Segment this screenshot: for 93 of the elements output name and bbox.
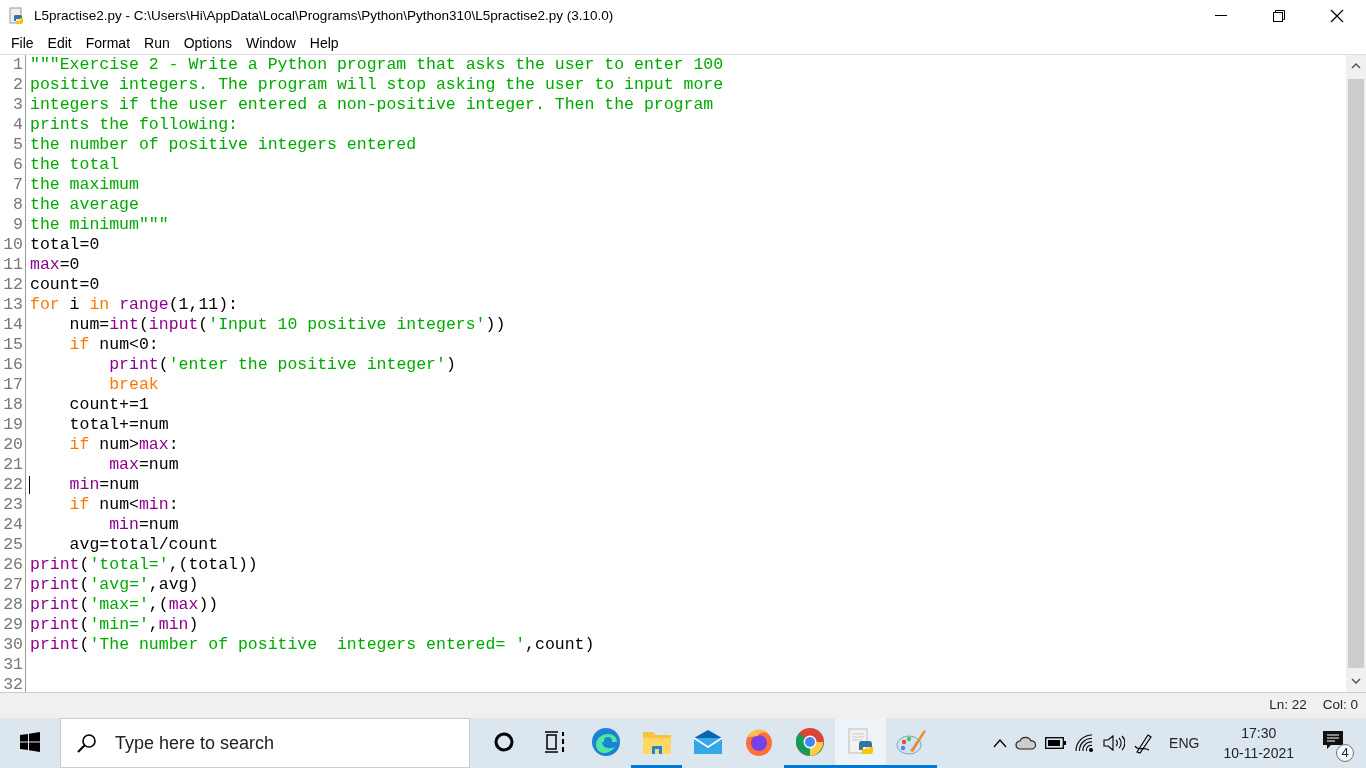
python-editor-icon[interactable]	[835, 718, 886, 768]
code-line: """Exercise 2 - Write a Python program that asks the user to enter 100	[30, 55, 725, 75]
line-number: 9	[12, 215, 24, 235]
code-line: if num<min:	[68, 495, 180, 515]
line-number: 3	[12, 95, 24, 115]
code-line: integers if the user entered a non-positive integer. Then the program	[30, 95, 715, 115]
code-line: num=int(input('Input 10 positive integers'))	[68, 315, 507, 335]
code-line: print('avg=',avg)	[30, 575, 200, 595]
code-line: the average	[30, 195, 140, 215]
wifi-icon[interactable]	[1075, 734, 1096, 752]
code-line: max=num	[108, 455, 180, 475]
code-line: the number of positive integers entered	[30, 135, 418, 155]
menu-item[interactable]: File	[4, 32, 41, 54]
line-number: 13	[2, 295, 24, 315]
battery-icon[interactable]	[1045, 737, 1068, 749]
line-number: 7	[12, 175, 24, 195]
code-line: print('The number of positive integers entered= ',count)	[30, 635, 596, 655]
line-number: 5	[12, 135, 24, 155]
line-number: 10	[2, 235, 24, 255]
code-line: avg=total/count	[68, 535, 220, 555]
code-line: max=0	[30, 255, 81, 275]
windows-logo-icon	[20, 731, 40, 752]
line-number: 11	[2, 255, 24, 275]
line-number: 26	[2, 555, 24, 575]
python-file-icon	[8, 7, 26, 25]
line-number: 14	[2, 315, 24, 335]
line-number: 27	[2, 575, 24, 595]
search-field[interactable]: Type here to search	[113, 728, 453, 758]
line-number: 23	[2, 495, 24, 515]
line-number: 25	[2, 535, 24, 555]
taskbar-search-box[interactable]: Type here to search	[60, 718, 470, 768]
code-line: if num>max:	[68, 435, 180, 455]
menu-item[interactable]: Options	[176, 32, 239, 54]
cloud-icon[interactable]	[1015, 736, 1038, 750]
code-line: print('min=',min)	[30, 615, 200, 635]
line-number: 1	[12, 55, 24, 75]
code-line: total=0	[30, 235, 101, 255]
line-number: 29	[2, 615, 24, 635]
line-number: 30	[2, 635, 24, 655]
language-indicator[interactable]: ENG	[1169, 732, 1200, 754]
code-line: count+=1	[68, 395, 150, 415]
code-line: min=num	[30, 475, 1346, 495]
line-number: 21	[2, 455, 24, 475]
line-number: 16	[2, 355, 24, 375]
clock-date[interactable]: 10-11-2021	[1223, 743, 1294, 763]
line-number: 15	[2, 335, 24, 355]
line-number: 2	[12, 75, 24, 95]
line-number: 18	[2, 395, 24, 415]
line-number: 28	[2, 595, 24, 615]
code-line: total+=num	[68, 415, 170, 435]
cursor-column-indicator: Col: 0	[1322, 696, 1358, 715]
code-line: positive integers. The program will stop asking the user to input more	[30, 75, 725, 95]
code-line: min=num	[108, 515, 180, 535]
speaker-icon[interactable]	[1103, 734, 1126, 752]
line-number: 12	[2, 275, 24, 295]
menu-item[interactable]: Edit	[40, 32, 79, 54]
minimize-icon	[1215, 15, 1227, 17]
code-line: the total	[30, 155, 121, 175]
menu-item[interactable]: Help	[302, 32, 346, 54]
window-title: L5practise2.py - C:\Users\Hi\AppData\Local\Programs\Python\Python310\L5practise2.py (3.10.0)	[34, 6, 614, 25]
code-line: print('total=',(total))	[30, 555, 259, 575]
clock-time[interactable]: 17:30	[1223, 723, 1294, 743]
code-line: print('enter the positive integer')	[108, 355, 457, 375]
pen-icon[interactable]	[1133, 732, 1154, 754]
close-icon	[1330, 9, 1344, 23]
code-line: prints the following:	[30, 115, 239, 135]
code-line: break	[108, 375, 160, 395]
line-number: 31	[2, 655, 24, 675]
menu-item[interactable]: Format	[78, 32, 138, 54]
line-number: 17	[2, 375, 24, 395]
vertical-scrollbar[interactable]	[1346, 55, 1366, 692]
cursor-line-indicator: Ln: 22	[1269, 696, 1307, 715]
menu-item[interactable]: Run	[137, 32, 177, 54]
line-number: 20	[2, 435, 24, 455]
code-line: for i in range(1,11):	[30, 295, 239, 315]
show-hidden-icons[interactable]	[993, 738, 1008, 748]
line-number: 22	[2, 475, 24, 495]
line-number: 32	[2, 675, 24, 695]
line-number: 4	[12, 115, 24, 135]
line-number: 6	[12, 155, 24, 175]
search-icon	[77, 733, 97, 753]
code-line: print('max=',(max))	[30, 595, 220, 615]
menu-item[interactable]: Window	[238, 32, 303, 54]
notification-icon[interactable]	[1322, 730, 1344, 750]
code-line: the minimum"""	[30, 215, 170, 235]
code-line: if num<0:	[68, 335, 160, 355]
line-number: 24	[2, 515, 24, 535]
line-number: 8	[12, 195, 24, 215]
code-line: count=0	[30, 275, 101, 295]
code-line: the maximum	[30, 175, 140, 195]
line-number: 19	[2, 415, 24, 435]
notification-count: 4	[1336, 744, 1354, 762]
restore-icon	[1273, 10, 1285, 22]
